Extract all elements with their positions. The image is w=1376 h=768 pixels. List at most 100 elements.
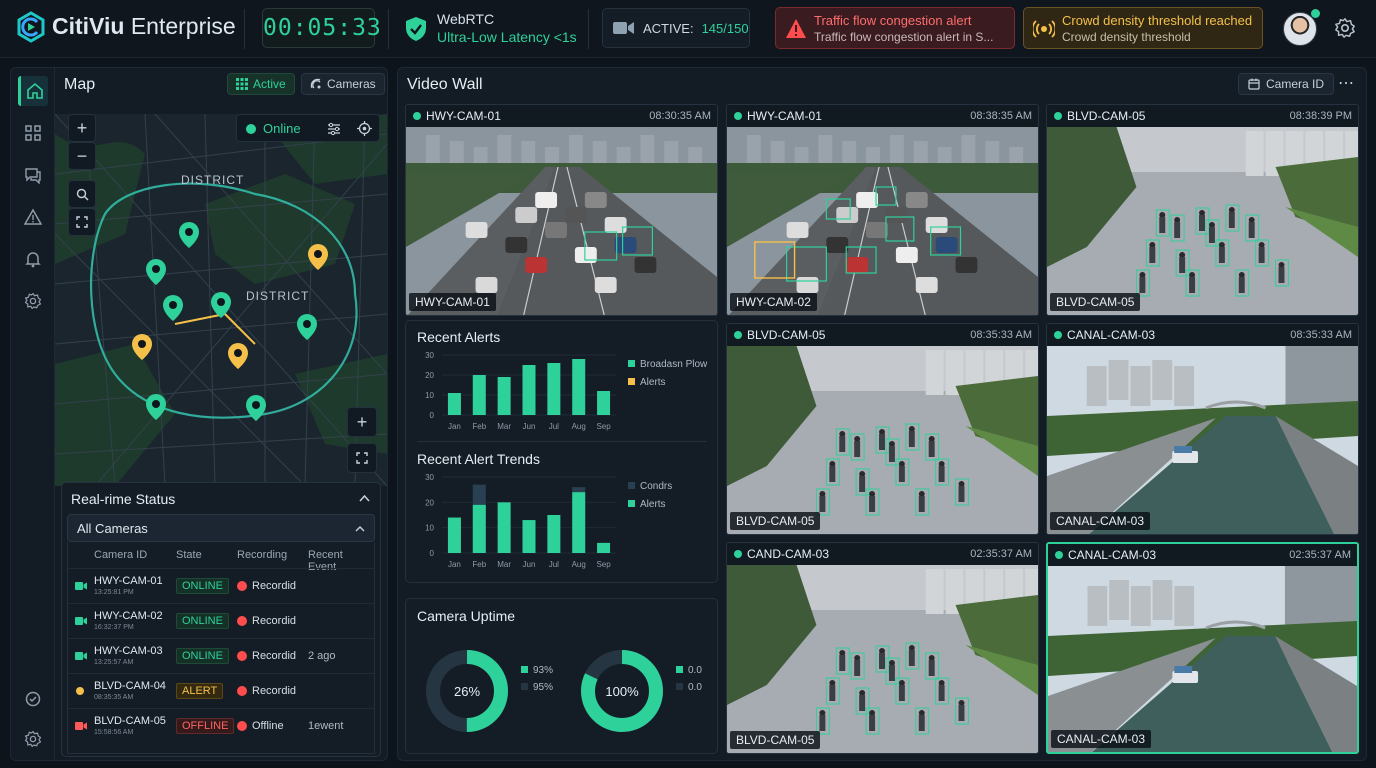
side-rail (10, 67, 54, 761)
video-tile[interactable]: CANAL-CAM-03 08:35:33 AM CANAL-CAM-03 (1046, 323, 1359, 535)
building (1130, 366, 1151, 406)
active-filter-chip[interactable]: Active (227, 73, 295, 95)
video-tile[interactable]: BLVD-CAM-05 08:38:39 PM BLVD-CAM-05 (1046, 104, 1359, 316)
building (925, 350, 944, 395)
filter-icon[interactable] (327, 122, 341, 136)
column-header: Camera ID (94, 549, 148, 561)
camera-feed-highway (406, 127, 717, 315)
fullscreen-map-button[interactable] (347, 443, 377, 473)
recording-status: Recordid (252, 685, 297, 697)
boat-cabin (1174, 666, 1193, 673)
status-badge: ONLINE (176, 613, 229, 629)
video-tile[interactable]: HWY-CAM-01 08:30:35 AM HWY-CAM-01 (405, 104, 718, 316)
gear-icon (24, 730, 42, 748)
x-tick-label: Feb (472, 422, 486, 431)
tile-header: CANAL-CAM-03 02:35:37 AM (1048, 544, 1357, 566)
tile-timestamp: 02:35:37 AM (970, 548, 1032, 560)
x-tick-label: Jan (448, 560, 461, 569)
person-body (958, 486, 965, 502)
sidebar-item-support[interactable] (18, 684, 48, 714)
vehicle (584, 192, 607, 208)
divider (388, 9, 389, 49)
tile-header: CAND-CAM-03 02:35:37 AM (727, 543, 1038, 565)
person-body (888, 665, 895, 681)
gear-icon[interactable] (1334, 17, 1356, 39)
table-row[interactable]: HWY-CAM-02 16:32:37 PM ONLINE Recordid (68, 603, 374, 638)
city-map[interactable]: DISTRICT DISTRICT + − Online + (55, 114, 387, 486)
search-map-button[interactable] (68, 180, 96, 208)
locate-icon[interactable] (357, 121, 372, 136)
plus-icon: + (356, 411, 368, 432)
person-body (1238, 277, 1245, 293)
video-tile[interactable]: HWY-CAM-01 08:38:35 AM HWY-CAM-02 (726, 104, 1039, 316)
table-row[interactable]: BLVD-CAM-05 15:58:56 AM OFFLINE Offline … (68, 708, 374, 743)
y-tick-label: 0 (430, 549, 435, 558)
vehicle (535, 192, 558, 208)
y-tick-label: 10 (425, 524, 434, 533)
alert-congestion[interactable]: Traffic flow congestion alert Traffic fl… (775, 7, 1015, 49)
camera-feed-boulevard (727, 565, 1038, 753)
tile-label: BLVD-CAM-05 (730, 512, 821, 530)
legend-label: 0.0 (688, 682, 702, 693)
tile-header: BLVD-CAM-05 08:38:39 PM (1047, 105, 1358, 127)
sidebar-item-home[interactable] (18, 76, 48, 106)
tile-header: CANAL-CAM-03 08:35:33 AM (1047, 324, 1358, 346)
table-row[interactable]: HWY-CAM-03 13:25:57 AM ONLINE Recordid 2… (68, 638, 374, 673)
plus-icon: + (76, 117, 88, 138)
tile-timestamp: 02:35:37 AM (1289, 549, 1351, 561)
legend-label: 95% (533, 682, 553, 693)
sidebar-item-notifications[interactable] (18, 244, 48, 274)
x-tick-label: Mar (497, 422, 511, 431)
tile-timestamp: 08:35:33 AM (1290, 329, 1352, 341)
table-row[interactable]: HWY-CAM-01 13:25:81 PM ONLINE Recordid (68, 568, 374, 603)
sidebar-item-chat[interactable] (18, 160, 48, 190)
sidebar-item-alerts[interactable] (18, 202, 48, 232)
bar (447, 517, 461, 553)
calendar-icon (1248, 78, 1260, 90)
video-tile[interactable]: BLVD-CAM-05 08:35:33 AM BLVD-CAM-05 (726, 323, 1039, 535)
status-badge: ALERT (176, 683, 224, 699)
video-wall-title: Video Wall (407, 76, 483, 93)
camera-feed-highway (727, 127, 1038, 315)
y-tick-label: 20 (425, 371, 434, 380)
brand-suffix: Enterprise (130, 13, 236, 39)
top-bar: CitiViu Enterprise 00:05:33 WebRTC Ultra… (0, 0, 1376, 58)
x-tick-label: Jun (523, 560, 536, 569)
person-body (898, 466, 905, 482)
vehicle (905, 192, 928, 208)
bar (597, 391, 611, 415)
building (425, 135, 440, 165)
online-dot (246, 124, 256, 134)
sidebar-item-settings[interactable] (18, 286, 48, 316)
recent-event: 2 ago (308, 650, 336, 662)
sidebar-item-grid[interactable] (18, 118, 48, 148)
add-camera-button[interactable]: + (347, 407, 377, 437)
logo-icon (17, 11, 45, 43)
expand-icon (356, 452, 368, 464)
camera-filter-dropdown[interactable]: All Cameras (67, 514, 375, 542)
active-cameras-counter[interactable]: ACTIVE: 145/150 (602, 8, 750, 48)
zoom-in-button[interactable]: + (68, 114, 96, 142)
cameras-filter-chip[interactable]: Cameras (301, 73, 385, 95)
alert-crowd-density[interactable]: Crowd density threshold reached Crowd de… (1023, 7, 1263, 49)
alert-subtitle: Crowd density threshold (1062, 30, 1191, 44)
table-row[interactable]: BLVD-CAM-04 08:35:35 AM ALERT Recordid (68, 673, 374, 708)
video-tile[interactable]: CAND-CAM-03 02:35:37 AM BLVD-CAM-05 (726, 542, 1039, 754)
map-toolbar: Online (236, 114, 380, 142)
more-options-button[interactable]: ⋯ (1338, 73, 1354, 93)
person-body (958, 705, 965, 721)
active-chip-label: Active (253, 77, 286, 91)
person-body (1149, 247, 1156, 263)
camera-id-button[interactable]: Camera ID (1238, 73, 1335, 95)
fit-map-button[interactable] (68, 208, 96, 236)
divider (417, 441, 707, 442)
tile-timestamp: 08:30:35 AM (649, 110, 711, 122)
vehicle (614, 237, 637, 253)
video-tile-selected[interactable]: CANAL-CAM-03 02:35:37 AM CANAL-CAM-03 (1046, 542, 1359, 754)
realtime-status-panel: Real-rime Status All Cameras Camera ID S… (61, 482, 381, 757)
chart-title: Recent Alert Trends (417, 451, 540, 467)
chevron-up-icon[interactable] (359, 494, 370, 502)
zoom-out-button[interactable]: − (68, 142, 96, 170)
satellite-icon (310, 78, 321, 89)
sidebar-item-preferences[interactable] (18, 724, 48, 754)
